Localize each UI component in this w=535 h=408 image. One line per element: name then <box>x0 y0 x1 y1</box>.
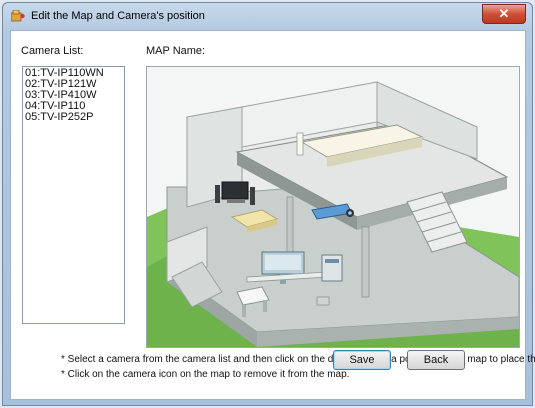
map-canvas[interactable] <box>146 66 520 348</box>
map-name-label: MAP Name: <box>146 45 206 57</box>
back-button[interactable]: Back <box>407 350 465 370</box>
camera-list-item[interactable]: 05:TV-IP252P <box>25 112 124 123</box>
camera-list-label: Camera List: <box>21 45 84 57</box>
dialog-window: Edit the Map and Camera's position ✕ Cam… <box>2 2 535 406</box>
window-title: Edit the Map and Camera's position <box>31 10 205 22</box>
dialog-content: Camera List: MAP Name: 01:TV-IP110WN 02:… <box>10 30 535 400</box>
floor-plan-image <box>147 67 519 347</box>
save-button[interactable]: Save <box>333 350 391 370</box>
instruction-note-2: * Click on the camera icon on the map to… <box>61 369 350 380</box>
title-bar[interactable]: Edit the Map and Camera's position ✕ <box>3 3 532 29</box>
app-icon <box>11 10 25 22</box>
close-button[interactable]: ✕ <box>482 4 526 24</box>
camera-list[interactable]: 01:TV-IP110WN 02:TV-IP121W 03:TV-IP410W … <box>22 66 125 324</box>
